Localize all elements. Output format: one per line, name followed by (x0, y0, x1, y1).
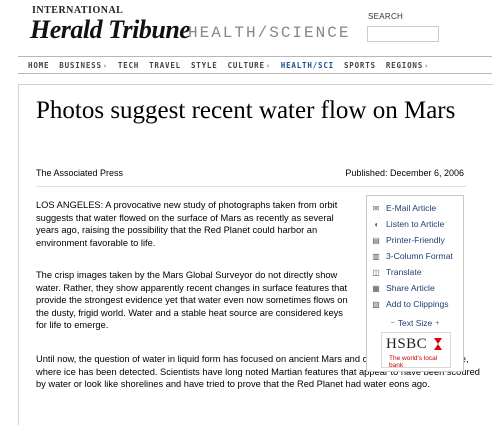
text-size-decrease-button[interactable]: − (391, 320, 395, 327)
article-byline: The Associated Press (36, 168, 124, 178)
nav-home[interactable]: HOME (28, 61, 49, 70)
tool-label: Add to Clippings (386, 299, 449, 309)
hsbc-ad[interactable]: HSBC The world's local bank (381, 332, 451, 369)
chevron-right-icon: › (102, 61, 108, 70)
email-article-link[interactable]: ✉ E-Mail Article (371, 201, 437, 215)
tool-label: Translate (386, 267, 422, 277)
nav-regions-label: REGIONS (385, 60, 424, 70)
main-nav: HOME BUSINESS› TECH TRAVEL STYLE CULTURE… (18, 56, 492, 74)
three-column-format-link[interactable]: ▥ 3-Column Format (371, 249, 453, 263)
tool-label: 3-Column Format (386, 251, 453, 261)
nav-regions[interactable]: REGIONS› (386, 61, 429, 70)
printer-icon: ▤ (372, 235, 380, 245)
nav-culture[interactable]: CULTURE› (228, 61, 271, 70)
text-size-label: Text Size (397, 318, 433, 328)
nav-business-label: BUSINESS (59, 60, 102, 70)
article-tools: ✉ E-Mail Article ◖ Listen to Article ▤ P… (366, 195, 464, 372)
article-paragraph: LOS ANGELES: A provocative new study of … (36, 200, 338, 248)
clippings-icon: ▧ (372, 299, 380, 309)
search-label: SEARCH (368, 12, 404, 21)
section-title: HEALTH/SCIENCE (188, 24, 351, 42)
nav-travel[interactable]: TRAVEL (149, 61, 181, 70)
nav-health-sci[interactable]: HEALTH/SCI (281, 61, 334, 70)
ad-tagline: The world's local bank (389, 355, 438, 369)
text-size-increase-button[interactable]: + (435, 320, 439, 327)
article-published-date: Published: December 6, 2006 (345, 168, 464, 178)
listen-article-link[interactable]: ◖ Listen to Article (371, 217, 445, 231)
share-icon: ▦ (372, 283, 380, 293)
nav-tech[interactable]: TECH (118, 61, 139, 70)
chevron-right-icon: › (424, 61, 430, 70)
masthead: INTERNATIONAL Herald Tribune HEALTH/SCIE… (0, 0, 498, 55)
share-article-link[interactable]: ▦ Share Article (371, 281, 435, 295)
hsbc-hexagon-logo-icon (430, 338, 446, 350)
ad-brand: HSBC (386, 336, 428, 352)
tool-label: E-Mail Article (386, 203, 437, 213)
translate-icon: ◫ (372, 267, 380, 277)
envelope-icon: ✉ (372, 203, 380, 213)
add-to-clippings-link[interactable]: ▧ Add to Clippings (371, 297, 449, 311)
columns-icon: ▥ (372, 251, 380, 261)
nav-culture-label: CULTURE (227, 60, 265, 70)
logo-herald-tribune[interactable]: Herald Tribune (30, 15, 191, 45)
chevron-right-icon: › (265, 61, 271, 70)
nav-style[interactable]: STYLE (191, 61, 218, 70)
speaker-icon: ◖ (373, 219, 379, 229)
nav-sports[interactable]: SPORTS (344, 61, 376, 70)
search-input[interactable] (367, 26, 439, 42)
tool-label: Share Article (386, 283, 435, 293)
tool-label: Listen to Article (386, 219, 445, 229)
article-headline: Photos suggest recent water flow on Mars (36, 97, 456, 124)
divider (36, 186, 466, 187)
nav-business[interactable]: BUSINESS› (59, 61, 108, 70)
translate-link[interactable]: ◫ Translate (371, 265, 422, 279)
article-paragraph: The crisp images taken by the Mars Globa… (36, 270, 348, 330)
tool-label: Printer-Friendly (386, 235, 445, 245)
printer-friendly-link[interactable]: ▤ Printer-Friendly (371, 233, 445, 247)
text-size-control[interactable]: − Text Size + (383, 317, 447, 329)
